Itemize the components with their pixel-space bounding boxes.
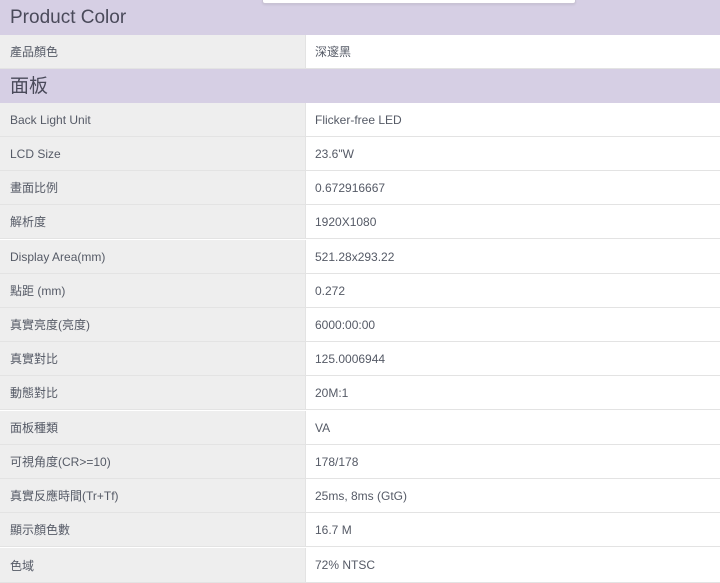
section-title: Product Color [10,7,127,28]
row-label: 真實亮度(亮度) [0,308,306,341]
row-label: 動態對比 [0,376,306,409]
row-label: 顯示顏色數 [0,513,306,546]
row-value: VA [306,411,720,444]
table-row: 顯示顏色數 16.7 M [0,513,720,547]
spec-table: Product Color 產品顏色 深邃黑 面板 Back Light Uni… [0,0,720,583]
table-row: 畫面比例 0.672916667 [0,171,720,205]
row-value: 23.6"W [306,137,720,170]
row-value: 25ms, 8ms (GtG) [306,479,720,512]
row-label: 真實反應時間(Tr+Tf) [0,479,306,512]
table-row: 真實反應時間(Tr+Tf) 25ms, 8ms (GtG) [0,479,720,513]
row-value: 125.0006944 [306,342,720,375]
dropdown-edge [262,0,576,4]
table-row: Display Area(mm) 521.28x293.22 [0,240,720,274]
row-value: 0.272 [306,274,720,307]
row-value: 6000:00:00 [306,308,720,341]
row-value: 178/178 [306,445,720,478]
row-label: LCD Size [0,137,306,170]
row-value: 1920X1080 [306,205,720,238]
table-row: 點距 (mm) 0.272 [0,274,720,308]
row-label: 畫面比例 [0,171,306,204]
table-row: 可視角度(CR>=10) 178/178 [0,445,720,479]
table-row: 真實對比 125.0006944 [0,342,720,376]
table-row: LCD Size 23.6"W [0,137,720,171]
table-row: Back Light Unit Flicker-free LED [0,103,720,137]
row-value: 16.7 M [306,513,720,546]
row-label: 面板種類 [0,411,306,444]
table-row: 產品顏色 深邃黑 [0,35,720,69]
row-label: Display Area(mm) [0,240,306,273]
section-header-panel: 面板 [0,69,720,103]
table-row: 真實亮度(亮度) 6000:00:00 [0,308,720,342]
row-label: 真實對比 [0,342,306,375]
section-header-product-color: Product Color [0,0,720,35]
table-row: 動態對比 20M:1 [0,376,720,410]
row-value: 0.672916667 [306,171,720,204]
row-value: 521.28x293.22 [306,240,720,273]
row-value: Flicker-free LED [306,103,720,136]
table-row: 面板種類 VA [0,411,720,445]
row-value: 深邃黑 [306,35,720,68]
table-row: 解析度 1920X1080 [0,205,720,239]
row-label: Back Light Unit [0,103,306,136]
section-title: 面板 [10,75,49,97]
row-label: 可視角度(CR>=10) [0,445,306,478]
table-row: 色域 72% NTSC [0,548,720,583]
row-label: 解析度 [0,205,306,238]
row-label: 產品顏色 [0,35,306,68]
row-label: 點距 (mm) [0,274,306,307]
row-value: 20M:1 [306,376,720,409]
row-value: 72% NTSC [306,548,720,582]
row-label: 色域 [0,548,306,582]
